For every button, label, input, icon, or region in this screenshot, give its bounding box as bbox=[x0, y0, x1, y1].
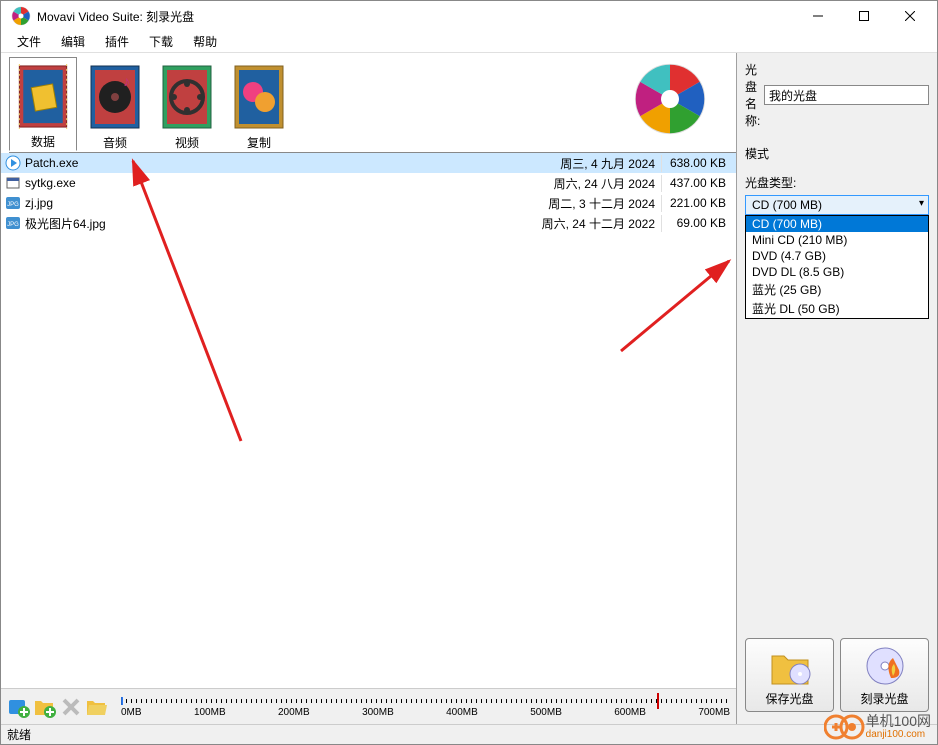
file-size: 69.00 KB bbox=[662, 216, 732, 230]
file-date: 周六, 24 八月 2024 bbox=[512, 175, 662, 192]
disc-name-label: 光盘名称: bbox=[745, 61, 764, 129]
burn-disc-button[interactable]: 刻录光盘 bbox=[840, 638, 929, 712]
tab-label: 复制 bbox=[247, 134, 271, 151]
file-row[interactable]: Patch.exe周三, 4 九月 2024638.00 KB bbox=[1, 153, 736, 173]
disc-type-option[interactable]: 蓝光 DL (50 GB) bbox=[746, 299, 928, 318]
open-folder-button[interactable] bbox=[85, 695, 109, 719]
tab-video[interactable]: 视频 bbox=[153, 57, 221, 151]
maximize-button[interactable] bbox=[841, 1, 887, 31]
file-icon bbox=[5, 155, 21, 171]
file-name: zj.jpg bbox=[25, 196, 512, 210]
file-name: Patch.exe bbox=[25, 156, 512, 170]
svg-text:JPG: JPG bbox=[7, 222, 19, 228]
disc-type-option[interactable]: Mini CD (210 MB) bbox=[746, 232, 928, 248]
add-file-button[interactable] bbox=[7, 695, 31, 719]
capacity-fill bbox=[121, 697, 123, 705]
disc-type-label: 光盘类型: bbox=[745, 174, 929, 191]
capacity-tick: 400MB bbox=[446, 707, 478, 718]
disc-type-option[interactable]: CD (700 MB) bbox=[746, 216, 928, 232]
file-row[interactable]: JPG zj.jpg周二, 3 十二月 2024221.00 KB bbox=[1, 193, 736, 213]
menu-help[interactable]: 帮助 bbox=[183, 31, 227, 52]
file-size: 221.00 KB bbox=[662, 196, 732, 210]
file-icon bbox=[5, 175, 21, 191]
capacity-tick: 500MB bbox=[530, 707, 562, 718]
tab-label: 音频 bbox=[103, 134, 127, 151]
capacity-tick: 100MB bbox=[194, 707, 226, 718]
capacity-tick: 600MB bbox=[614, 707, 646, 718]
remove-button[interactable] bbox=[59, 695, 83, 719]
disc-name-input[interactable] bbox=[764, 85, 929, 105]
menubar: 文件 编辑 插件 下载 帮助 bbox=[1, 31, 937, 53]
bottom-toolbar: 0MB 100MB 200MB 300MB 400MB 500MB 600MB 700MB bbox=[1, 688, 736, 724]
minimize-button[interactable] bbox=[795, 1, 841, 31]
file-row[interactable]: JPG 极光图片64.jpg周六, 24 十二月 202269.00 KB bbox=[1, 213, 736, 233]
capacity-tick: 700MB bbox=[698, 707, 730, 718]
file-date: 周六, 24 十二月 2022 bbox=[512, 215, 662, 232]
file-row[interactable]: sytkg.exe周六, 24 八月 2024437.00 KB bbox=[1, 173, 736, 193]
capacity-track bbox=[121, 699, 730, 703]
file-size: 638.00 KB bbox=[662, 156, 732, 170]
watermark-icon bbox=[824, 712, 866, 742]
app-logo bbox=[634, 63, 706, 138]
content-area: 数据 ♪ 音频 bbox=[1, 53, 937, 724]
file-name: sytkg.exe bbox=[25, 176, 512, 190]
tab-label: 视频 bbox=[175, 134, 199, 151]
menu-file[interactable]: 文件 bbox=[7, 31, 51, 52]
menu-download[interactable]: 下载 bbox=[139, 31, 183, 52]
disc-name-row: 光盘名称: bbox=[745, 61, 929, 129]
add-folder-button[interactable] bbox=[33, 695, 57, 719]
action-buttons: 保存光盘 刻录光盘 bbox=[745, 638, 929, 716]
capacity-tick: 0MB bbox=[121, 707, 142, 718]
capacity-bar: 0MB 100MB 200MB 300MB 400MB 500MB 600MB 700MB bbox=[121, 693, 730, 721]
close-button[interactable] bbox=[887, 1, 933, 31]
watermark: 单机100网 danji100.com bbox=[824, 712, 931, 742]
tab-copy[interactable]: 复制 bbox=[225, 57, 293, 151]
file-icon: JPG bbox=[5, 195, 21, 211]
file-name: 极光图片64.jpg bbox=[25, 215, 512, 232]
window-title: Movavi Video Suite: 刻录光盘 bbox=[37, 8, 795, 25]
disc-type-option[interactable]: DVD (4.7 GB) bbox=[746, 248, 928, 264]
burn-disc-icon bbox=[863, 644, 907, 688]
watermark-line2: danji100.com bbox=[866, 729, 931, 740]
left-panel: 数据 ♪ 音频 bbox=[1, 53, 737, 724]
disc-type-option[interactable]: 蓝光 (25 GB) bbox=[746, 280, 928, 299]
statusbar: 就绪 bbox=[1, 724, 937, 744]
status-text: 就绪 bbox=[7, 726, 31, 743]
capacity-labels: 0MB 100MB 200MB 300MB 400MB 500MB 600MB 700MB bbox=[121, 707, 730, 718]
disc-type-list: CD (700 MB)Mini CD (210 MB)DVD (4.7 GB)D… bbox=[745, 215, 929, 319]
audio-rug-icon: ♪ bbox=[87, 62, 143, 132]
mode-tabs: 数据 ♪ 音频 bbox=[1, 53, 736, 153]
burn-disc-label: 刻录光盘 bbox=[860, 690, 908, 707]
titlebar: Movavi Video Suite: 刻录光盘 bbox=[1, 1, 937, 31]
disc-type-option[interactable]: DVD DL (8.5 GB) bbox=[746, 264, 928, 280]
tab-label: 数据 bbox=[31, 133, 55, 150]
file-icon: JPG bbox=[5, 215, 21, 231]
data-rug-icon bbox=[15, 62, 71, 131]
right-panel: 光盘名称: 模式 光盘类型: CD (700 MB) CD (700 MB)Mi… bbox=[737, 53, 937, 724]
file-list[interactable]: Patch.exe周三, 4 九月 2024638.00 KBsytkg.exe… bbox=[1, 153, 736, 688]
menu-plugins[interactable]: 插件 bbox=[95, 31, 139, 52]
file-date: 周三, 4 九月 2024 bbox=[512, 155, 662, 172]
file-date: 周二, 3 十二月 2024 bbox=[512, 195, 662, 212]
save-disc-icon bbox=[768, 644, 812, 688]
svg-text:♪: ♪ bbox=[123, 73, 130, 89]
video-rug-icon bbox=[159, 62, 215, 132]
app-icon bbox=[11, 6, 31, 26]
svg-text:JPG: JPG bbox=[7, 202, 19, 208]
disc-type-dropdown[interactable]: CD (700 MB) CD (700 MB)Mini CD (210 MB)D… bbox=[745, 195, 929, 215]
tab-data[interactable]: 数据 bbox=[9, 57, 77, 151]
disc-type-selected[interactable]: CD (700 MB) bbox=[745, 195, 929, 215]
file-size: 437.00 KB bbox=[662, 176, 732, 190]
capacity-tick: 200MB bbox=[278, 707, 310, 718]
save-disc-label: 保存光盘 bbox=[765, 690, 813, 707]
copy-rug-icon bbox=[231, 62, 287, 132]
menu-edit[interactable]: 编辑 bbox=[51, 31, 95, 52]
app-window: Movavi Video Suite: 刻录光盘 文件 编辑 插件 下载 帮助 bbox=[0, 0, 938, 745]
save-disc-button[interactable]: 保存光盘 bbox=[745, 638, 834, 712]
mode-section-label: 模式 bbox=[745, 145, 929, 162]
capacity-tick: 300MB bbox=[362, 707, 394, 718]
window-controls bbox=[795, 1, 933, 31]
watermark-line1: 单机100网 bbox=[866, 714, 931, 729]
tab-audio[interactable]: ♪ 音频 bbox=[81, 57, 149, 151]
